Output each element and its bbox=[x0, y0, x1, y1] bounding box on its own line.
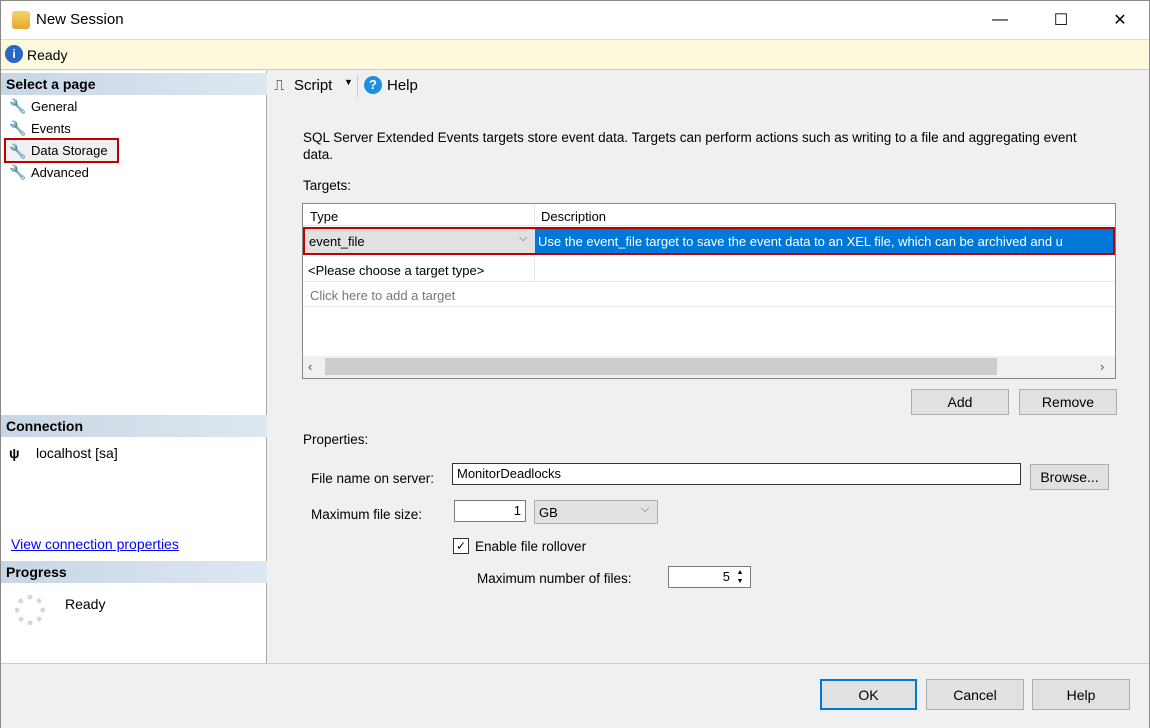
size-unit-dropdown[interactable]: GB ⌵ bbox=[534, 500, 658, 524]
max-file-size-label: Maximum file size: bbox=[311, 507, 422, 522]
browse-button[interactable]: Browse... bbox=[1030, 464, 1109, 490]
sidebar: Select a page 🔧 General 🔧 Events 🔧 Data Sto… bbox=[1, 71, 267, 663]
script-icon: ⎍ bbox=[274, 77, 285, 94]
table-row[interactable]: <Please choose a target type> bbox=[303, 257, 1115, 282]
sidebar-item-label: Data Storage bbox=[31, 143, 108, 158]
view-connection-properties-link[interactable]: View connection properties bbox=[11, 536, 179, 552]
column-header-type[interactable]: Type bbox=[310, 209, 338, 224]
column-divider bbox=[534, 204, 535, 226]
targets-grid: Type Description event_file ⌵ Use the ev… bbox=[302, 203, 1116, 379]
sidebar-item-label: Advanced bbox=[31, 165, 89, 180]
scrollbar-thumb[interactable] bbox=[325, 358, 997, 375]
sidebar-item-data-storage[interactable]: 🔧 Data Storage bbox=[4, 138, 119, 163]
status-text: Ready bbox=[27, 47, 67, 63]
toolbar: ⎍ Script ▼ ? Help bbox=[268, 71, 1148, 101]
script-dropdown-icon[interactable]: ▼ bbox=[344, 77, 353, 87]
select-page-header: Select a page bbox=[1, 73, 267, 95]
chevron-down-icon: ⌵ bbox=[641, 503, 649, 516]
target-type-dropdown[interactable]: event_file ⌵ bbox=[305, 229, 535, 253]
wrench-icon: 🔧 bbox=[9, 98, 25, 114]
scroll-right-icon[interactable]: › bbox=[1100, 359, 1104, 374]
sidebar-item-label: General bbox=[31, 99, 77, 114]
connection-icon: ψ bbox=[9, 445, 20, 461]
max-file-size-input[interactable]: 1 bbox=[454, 500, 526, 522]
help-button[interactable]: Help bbox=[387, 77, 418, 94]
properties-label: Properties: bbox=[303, 432, 368, 447]
wrench-icon: 🔧 bbox=[9, 164, 25, 180]
max-files-label: Maximum number of files: bbox=[477, 571, 632, 586]
minimize-button[interactable]: — bbox=[977, 1, 1023, 39]
status-bar: i Ready bbox=[1, 39, 1149, 70]
app-icon bbox=[12, 11, 30, 29]
progress-status: Ready bbox=[65, 596, 105, 612]
target-description: Use the event_file target to save the ev… bbox=[535, 229, 1113, 253]
description-text: SQL Server Extended Events targets store… bbox=[303, 129, 1103, 163]
connection-name: localhost [sa] bbox=[36, 445, 118, 461]
new-session-dialog: New Session — ☐ ✕ i Ready Select a page … bbox=[0, 0, 1150, 728]
add-target-hint: Click here to add a target bbox=[310, 288, 455, 303]
progress-header: Progress bbox=[1, 561, 267, 583]
remove-button[interactable]: Remove bbox=[1019, 389, 1117, 415]
horizontal-scrollbar[interactable]: ‹ › bbox=[303, 356, 1115, 378]
wrench-icon: 🔧 bbox=[9, 120, 25, 136]
maximize-button[interactable]: ☐ bbox=[1038, 1, 1084, 39]
target-type-value: event_file bbox=[309, 234, 365, 249]
wrench-icon: 🔧 bbox=[9, 143, 25, 159]
scroll-left-icon[interactable]: ‹ bbox=[308, 359, 312, 374]
script-button[interactable]: Script bbox=[294, 77, 332, 94]
close-button[interactable]: ✕ bbox=[1097, 1, 1143, 39]
sidebar-item-advanced[interactable]: 🔧 Advanced bbox=[6, 161, 92, 183]
help-icon: ? bbox=[364, 76, 382, 94]
info-icon: i bbox=[5, 45, 23, 63]
column-divider bbox=[534, 257, 535, 282]
rollover-label[interactable]: Enable file rollover bbox=[475, 539, 586, 554]
stepper-arrows-icon[interactable]: ▲▼ bbox=[733, 568, 747, 586]
column-header-description[interactable]: Description bbox=[541, 209, 606, 224]
toolbar-separator bbox=[357, 75, 358, 97]
targets-label: Targets: bbox=[303, 178, 351, 193]
dialog-footer: OK Cancel Help bbox=[1, 663, 1149, 728]
file-name-input[interactable]: MonitorDeadlocks bbox=[452, 463, 1021, 485]
add-button[interactable]: Add bbox=[911, 389, 1009, 415]
target-type-value: <Please choose a target type> bbox=[308, 263, 484, 278]
sidebar-item-events[interactable]: 🔧 Events bbox=[6, 117, 74, 139]
sidebar-item-label: Events bbox=[31, 121, 71, 136]
help-footer-button[interactable]: Help bbox=[1032, 679, 1130, 710]
rollover-checkbox[interactable]: ✓ bbox=[453, 538, 469, 554]
progress-spinner-icon bbox=[15, 595, 45, 625]
table-row[interactable]: event_file ⌵ Use the event_file target t… bbox=[303, 227, 1115, 255]
ok-button[interactable]: OK bbox=[820, 679, 917, 710]
sidebar-item-general[interactable]: 🔧 General bbox=[6, 95, 80, 117]
size-unit-value: GB bbox=[539, 505, 558, 520]
title-bar: New Session — ☐ ✕ bbox=[1, 1, 1149, 39]
file-name-label: File name on server: bbox=[311, 471, 434, 486]
cancel-button[interactable]: Cancel bbox=[926, 679, 1024, 710]
add-target-row[interactable]: Click here to add a target bbox=[303, 282, 1115, 307]
chevron-down-icon: ⌵ bbox=[519, 232, 527, 245]
window-title: New Session bbox=[36, 11, 124, 28]
connection-header: Connection bbox=[1, 415, 267, 437]
grid-header: Type Description bbox=[303, 204, 1115, 226]
